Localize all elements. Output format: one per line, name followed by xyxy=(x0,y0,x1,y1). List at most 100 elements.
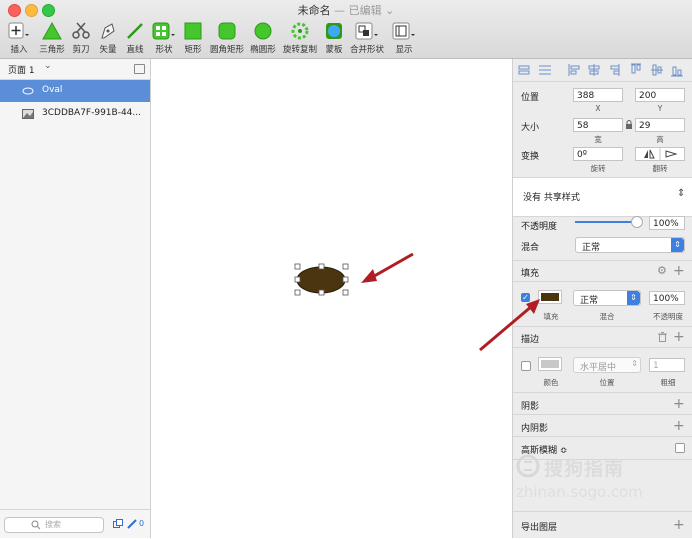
rectangle-icon xyxy=(184,22,202,40)
shadow-section: 阴影 + xyxy=(513,392,692,415)
fill-title: 填充 xyxy=(521,269,540,279)
triangle-icon xyxy=(42,22,62,40)
flip-icon xyxy=(644,148,678,160)
border-thickness-input[interactable]: 1 xyxy=(649,358,685,372)
align-icons[interactable] xyxy=(517,63,687,77)
flip-control[interactable] xyxy=(635,147,685,161)
canvas-artwork xyxy=(294,252,414,296)
rounded-rectangle-icon xyxy=(218,22,236,40)
position-label: 位置 xyxy=(521,93,540,103)
export-title: 导出图层 xyxy=(521,523,558,533)
shared-style-select[interactable]: 没有 共享样式 ⇕ xyxy=(513,177,692,217)
select-arrows-icon: ⇕ xyxy=(631,359,638,368)
page-name: 页面 1 xyxy=(8,66,35,76)
rectangle-tool[interactable]: 矩形 xyxy=(182,20,204,56)
y-caption: Y xyxy=(657,104,663,113)
oval-tool[interactable]: 椭圆形 xyxy=(250,20,276,56)
view-label: 显示 xyxy=(395,45,413,55)
canvas[interactable] xyxy=(151,59,512,538)
rotate-copies-tool[interactable]: 旋转复制 xyxy=(283,20,317,56)
border-position-value: 水平居中 xyxy=(580,363,617,373)
opacity-input[interactable]: 100% xyxy=(649,216,685,230)
width-input[interactable]: 58 xyxy=(573,118,623,132)
add-border-icon[interactable]: + xyxy=(673,330,685,344)
export-section: 导出图层 + xyxy=(513,511,692,539)
collapse-pages-icon[interactable] xyxy=(134,64,145,74)
select-arrows-icon: ⇕ xyxy=(671,238,684,252)
fill-blend-caption: 混合 xyxy=(599,312,615,321)
add-export-icon[interactable]: + xyxy=(673,518,685,532)
line-icon xyxy=(127,23,143,39)
lock-icon[interactable] xyxy=(625,120,633,130)
plus-icon xyxy=(8,22,29,39)
chevron-down-icon[interactable]: ⌄ xyxy=(385,4,394,17)
search-icon xyxy=(31,520,41,530)
fill-blend-value: 正常 xyxy=(580,296,599,306)
search-input[interactable]: 搜索 xyxy=(4,517,104,533)
opacity-slider-knob[interactable] xyxy=(631,216,643,228)
border-position-select[interactable]: 水平居中 ⇕ xyxy=(573,357,641,373)
layer-row-oval[interactable]: Oval xyxy=(0,80,150,102)
gear-icon[interactable]: ⚙ xyxy=(657,264,667,277)
fill-opacity-caption: 不透明度 xyxy=(653,312,683,321)
fill-blend-select[interactable]: 正常 ⇕ xyxy=(573,290,641,306)
window-title: 未命名 — 已编辑 ⌄ xyxy=(0,2,692,18)
border-thickness-caption: 粗细 xyxy=(660,378,676,387)
pen-icon xyxy=(101,23,115,39)
page-selector[interactable]: 页面 1 ⌄ xyxy=(0,59,150,80)
opacity-slider[interactable] xyxy=(575,221,637,223)
oval-shape[interactable] xyxy=(296,266,346,294)
shapes-icon xyxy=(152,22,175,40)
add-shadow-icon[interactable]: + xyxy=(673,397,685,411)
mask-tool[interactable]: 蒙板 xyxy=(323,20,345,56)
border-position-caption: 位置 xyxy=(599,378,615,387)
inner-shadow-title: 内阴影 xyxy=(521,424,549,434)
x-caption: X xyxy=(595,104,601,113)
oval-icon xyxy=(254,22,272,40)
transform-label: 变换 xyxy=(521,152,540,162)
inner-shadow-section: 内阴影 + xyxy=(513,414,692,437)
blur-section: 高斯模糊 ≎ xyxy=(513,436,692,460)
mask-icon xyxy=(326,23,342,39)
view-button[interactable]: 显示 xyxy=(392,20,416,56)
rotation-caption: 旋转 xyxy=(590,164,606,173)
layer-name: Oval xyxy=(42,85,63,95)
position-y-input[interactable]: 200 xyxy=(635,88,685,102)
shared-style-value: 没有 共享样式 xyxy=(523,193,580,203)
copy-icon[interactable] xyxy=(113,519,123,529)
opacity-label: 不透明度 xyxy=(521,222,558,232)
scissors-icon xyxy=(72,22,90,39)
trash-icon[interactable] xyxy=(658,332,667,342)
border-color-caption: 颜色 xyxy=(543,378,559,387)
annotation-arrow xyxy=(361,252,414,283)
blur-enabled-checkbox[interactable] xyxy=(675,443,685,453)
rounded-rectangle-tool[interactable]: 圆角矩形 xyxy=(210,20,244,56)
combine-shapes-button[interactable]: 合并形状 xyxy=(350,20,384,56)
brush-icon[interactable] xyxy=(127,519,137,529)
height-input[interactable]: 29 xyxy=(635,118,685,132)
add-fill-icon[interactable]: + xyxy=(673,264,685,278)
insert-button[interactable]: 插入 xyxy=(6,20,32,56)
border-enabled-checkbox[interactable] xyxy=(521,361,531,371)
blend-select[interactable]: 正常 ⇕ xyxy=(575,237,685,253)
toolbar: 未命名 — 已编辑 ⌄ 插入 三角形 剪刀 矢量 直线 形状 矩形 圆角矩形 椭… xyxy=(0,0,692,59)
rotation-input[interactable]: 0º xyxy=(573,147,623,161)
border-color-swatch xyxy=(541,360,559,368)
shadow-title: 阴影 xyxy=(521,402,540,412)
view-icon xyxy=(392,22,415,40)
position-x-input[interactable]: 388 xyxy=(573,88,623,102)
blend-value: 正常 xyxy=(582,243,601,253)
flip-caption: 翻转 xyxy=(652,164,668,173)
layer-row-image[interactable]: 3CDDBA7F-991B-44... xyxy=(0,103,150,125)
fill-header: 填充 ⚙ + xyxy=(513,260,692,282)
badge-count: 0 xyxy=(139,519,145,528)
search-placeholder: 搜索 xyxy=(45,520,61,529)
blend-label: 混合 xyxy=(521,243,540,253)
height-caption: 高 xyxy=(656,135,664,144)
document-status: — 已编辑 xyxy=(334,4,382,17)
blur-type-select[interactable]: 高斯模糊 ≎ xyxy=(521,443,567,456)
fill-opacity-input[interactable]: 100% xyxy=(649,291,685,305)
sidebar-footer: 搜索 0 xyxy=(0,509,150,539)
select-arrows-icon: ⇕ xyxy=(677,188,686,199)
add-inner-shadow-icon[interactable]: + xyxy=(673,419,685,433)
